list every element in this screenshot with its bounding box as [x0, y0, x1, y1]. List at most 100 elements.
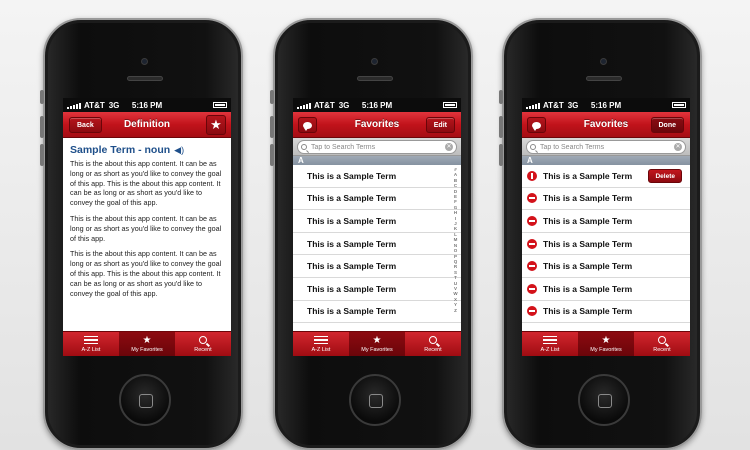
- screen-favorites: AT&T 3G 5:16 PM Favorites Edit Tap to Se…: [293, 98, 461, 356]
- edit-button[interactable]: Edit: [425, 117, 455, 133]
- term-heading: Sample Term - noun ◀): [70, 144, 224, 156]
- index-letter[interactable]: Z: [452, 308, 459, 313]
- home-square-icon: [598, 394, 612, 408]
- tab-az-list[interactable]: A-Z List: [522, 332, 578, 356]
- delete-toggle-icon[interactable]: [527, 170, 537, 181]
- definition-paragraph: This is the about this app content. It c…: [70, 159, 222, 208]
- star-icon: ★: [601, 335, 611, 346]
- home-button[interactable]: [349, 374, 401, 426]
- index-letter[interactable]: W: [452, 291, 459, 296]
- nav-bar: Favorites Done: [522, 112, 690, 138]
- search-bar: Tap to Search Terms ✕: [522, 138, 690, 156]
- delete-button[interactable]: Delete: [648, 169, 682, 183]
- iphone-device-favorites: AT&T 3G 5:16 PM Favorites Edit Tap to Se…: [270, 18, 473, 450]
- volume-up-button: [40, 116, 44, 138]
- search-input[interactable]: Tap to Search Terms ✕: [297, 140, 457, 154]
- star-icon: ★: [142, 335, 152, 346]
- list-item[interactable]: This is a Sample Term: [293, 210, 461, 233]
- tab-label: A-Z List: [540, 346, 560, 353]
- definition-content: Sample Term - noun ◀) This is the about …: [63, 138, 231, 331]
- tab-bar: A-Z List ★ My Favorites Recent: [63, 331, 231, 356]
- list-item[interactable]: This is a Sample Term: [293, 278, 461, 301]
- tab-label: My Favorites: [590, 347, 622, 353]
- delete-toggle-icon[interactable]: [527, 193, 537, 204]
- tab-recent[interactable]: Recent: [175, 332, 231, 356]
- status-bar: AT&T 3G 5:16 PM: [293, 98, 461, 112]
- tab-label: A-Z List: [311, 346, 331, 353]
- add-favorite-star-icon[interactable]: ★: [206, 115, 226, 135]
- earpiece-speaker: [127, 76, 163, 81]
- list-item[interactable]: This is a Sample Term: [293, 301, 461, 324]
- tab-recent[interactable]: Recent: [634, 332, 690, 356]
- tab-label: A-Z List: [81, 346, 101, 353]
- list-item[interactable]: This is a Sample Term: [293, 165, 461, 188]
- delete-toggle-icon[interactable]: [527, 261, 537, 272]
- nav-title: Favorites: [583, 119, 629, 130]
- list-item: This is a Sample Term: [522, 233, 690, 256]
- tab-my-favorites[interactable]: ★ My Favorites: [349, 332, 405, 356]
- nav-title: Favorites: [354, 119, 400, 130]
- delete-toggle-icon[interactable]: [527, 283, 537, 294]
- tab-my-favorites[interactable]: ★ My Favorites: [119, 332, 175, 356]
- search-icon: [301, 144, 307, 150]
- volume-down-button: [499, 144, 503, 166]
- status-bar: AT&T 3G 5:16 PM: [63, 98, 231, 112]
- volume-up-button: [270, 116, 274, 138]
- search-icon: [530, 144, 536, 150]
- tab-az-list[interactable]: A-Z List: [63, 332, 119, 356]
- earpiece-speaker: [586, 76, 622, 81]
- home-button[interactable]: [578, 374, 630, 426]
- tab-label: Recent: [194, 346, 212, 353]
- list-item-label: This is a Sample Term: [543, 215, 633, 226]
- list-item-label: This is a Sample Term: [543, 170, 633, 181]
- list-item[interactable]: This is a Sample Term: [293, 233, 461, 256]
- list-item[interactable]: This is a Sample Term: [293, 255, 461, 278]
- home-square-icon: [369, 394, 383, 408]
- list-item: This is a Sample Term: [522, 301, 690, 324]
- clear-icon[interactable]: ✕: [445, 143, 453, 151]
- screen-favorites-edit: AT&T 3G 5:16 PM Favorites Done Tap to Se…: [522, 98, 690, 356]
- list-item-label: This is a Sample Term: [543, 306, 633, 317]
- list-item[interactable]: This is a Sample Term: [293, 188, 461, 211]
- status-time: 5:16 PM: [131, 100, 163, 110]
- mute-switch: [270, 90, 274, 104]
- clear-icon[interactable]: ✕: [674, 143, 682, 151]
- list-icon: [314, 335, 328, 345]
- tab-my-favorites[interactable]: ★ My Favorites: [578, 332, 634, 356]
- tab-label: My Favorites: [131, 347, 163, 353]
- delete-toggle-icon[interactable]: [527, 306, 537, 317]
- search-placeholder: Tap to Search Terms: [540, 143, 605, 151]
- delete-toggle-icon[interactable]: [527, 238, 537, 249]
- status-time: 5:16 PM: [361, 100, 393, 110]
- list-item: This is a Sample Term: [522, 278, 690, 301]
- search-placeholder: Tap to Search Terms: [311, 143, 376, 151]
- back-button[interactable]: Back: [69, 117, 102, 133]
- definition-paragraph: This is the about this app content. It c…: [70, 249, 222, 298]
- home-square-icon: [139, 394, 153, 408]
- done-button[interactable]: Done: [650, 117, 684, 133]
- tab-recent[interactable]: Recent: [405, 332, 461, 356]
- earpiece-speaker: [357, 76, 393, 81]
- list-item-label: This is a Sample Term: [543, 193, 633, 204]
- search-input[interactable]: Tap to Search Terms ✕: [526, 140, 686, 154]
- star-icon: ★: [372, 335, 382, 346]
- volume-down-button: [270, 144, 274, 166]
- alphabet-index[interactable]: # A B C D E F G H I J K L M N O P Q R S T U V W X Y Z: [452, 167, 459, 313]
- iphone-device-definition: AT&T 3G 5:16 PM Back Definition ★ Sample…: [40, 18, 243, 450]
- info-bubble-icon[interactable]: [527, 117, 546, 133]
- tab-label: Recent: [653, 346, 671, 353]
- delete-toggle-icon[interactable]: [527, 215, 537, 226]
- search-icon: [199, 335, 207, 344]
- home-button[interactable]: [119, 374, 171, 426]
- favorites-edit-list: This is a Sample Term Delete This is a S…: [522, 165, 690, 340]
- tab-az-list[interactable]: A-Z List: [293, 332, 349, 356]
- status-bar: AT&T 3G 5:16 PM: [522, 98, 690, 112]
- list-icon: [84, 335, 98, 345]
- nav-title: Definition: [123, 119, 171, 130]
- info-bubble-icon[interactable]: [298, 117, 317, 133]
- front-camera: [600, 58, 607, 65]
- search-icon: [658, 335, 666, 344]
- list-item: This is a Sample Term Delete: [522, 165, 690, 188]
- audio-speaker-icon[interactable]: ◀): [174, 145, 184, 156]
- search-icon: [429, 335, 437, 344]
